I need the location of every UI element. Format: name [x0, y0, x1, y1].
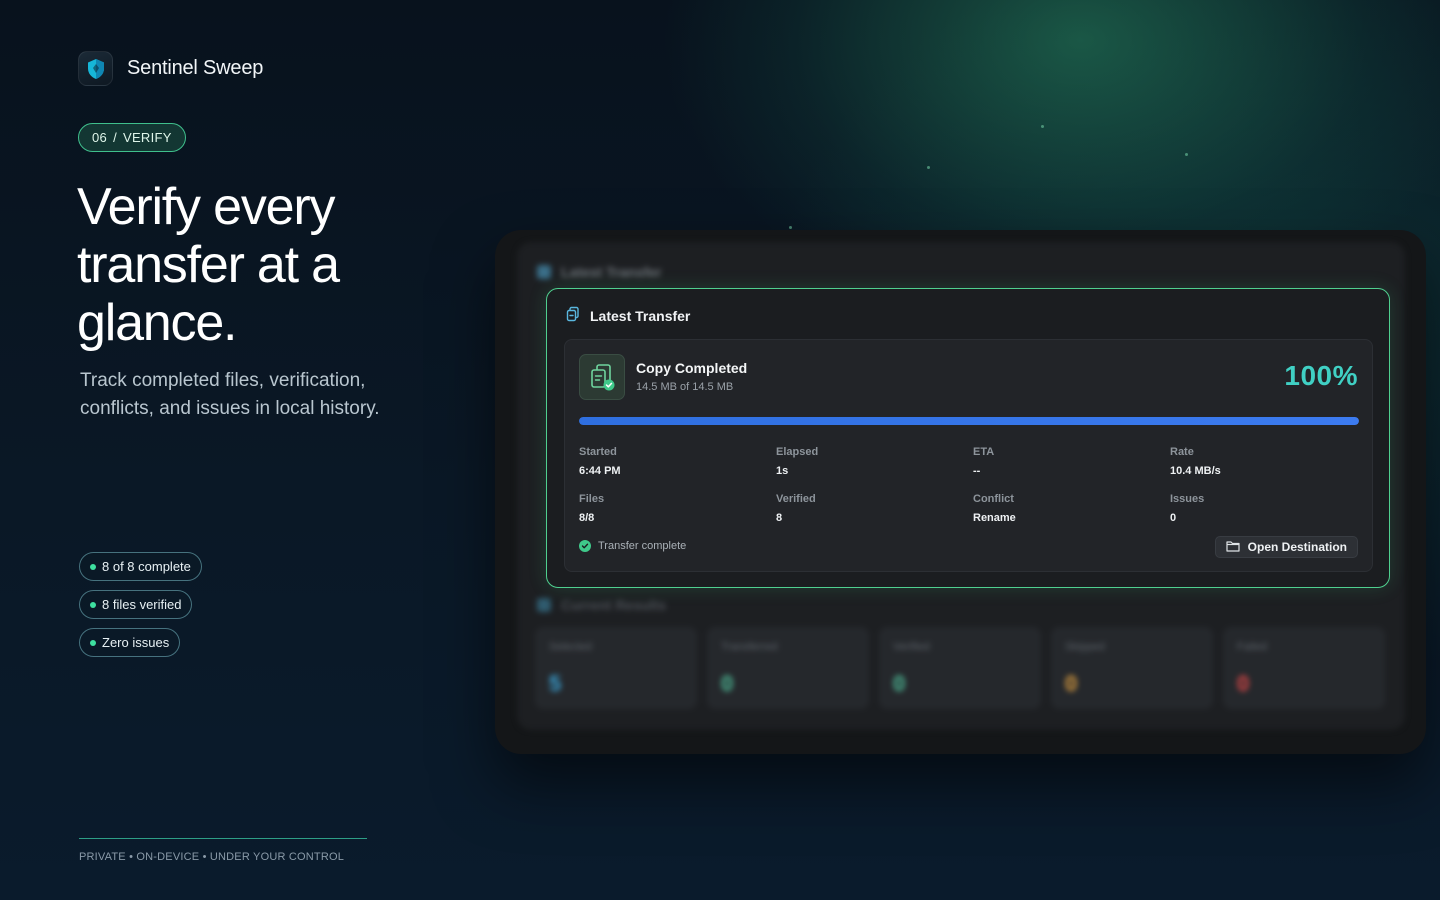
- feature-pill: 8 files verified: [79, 590, 193, 619]
- result-stat-card: Failed 0: [1223, 627, 1385, 709]
- card-heading: Latest Transfer: [565, 306, 690, 325]
- latest-transfer-card: Latest Transfer Copy Completed 14.5 MB o…: [546, 288, 1390, 588]
- progress-bar: [579, 417, 1359, 425]
- stat-value: 10.4 MB/s: [1170, 465, 1221, 477]
- results-title-label: Current Results: [561, 597, 667, 613]
- results-stats: Selected 5 Transferred 0 Verified 0 Skip…: [535, 627, 1385, 709]
- stat-value: Rename: [973, 512, 1016, 524]
- open-destination-label: Open Destination: [1247, 540, 1347, 554]
- open-destination-button[interactable]: Open Destination: [1214, 536, 1358, 558]
- stat-issues: Issues 0: [1170, 493, 1367, 524]
- transfer-details: Copy Completed 14.5 MB of 14.5 MB 100% S…: [564, 339, 1373, 572]
- transfer-icon: [537, 265, 551, 279]
- feature-pills: 8 of 8 complete 8 files verified Zero is…: [79, 552, 202, 657]
- background-dot: [927, 166, 930, 169]
- bg-latest-transfer-heading: Latest Transfer: [537, 264, 661, 280]
- stat-label: ETA: [973, 446, 995, 458]
- results-icon: [537, 598, 551, 612]
- transfer-complete-status: Transfer complete: [579, 540, 686, 552]
- pill-label: 8 of 8 complete: [102, 559, 191, 574]
- copy-complete-icon: [579, 354, 625, 400]
- transfer-size: 14.5 MB of 14.5 MB: [636, 381, 734, 393]
- result-stat-card: Verified 0: [879, 627, 1041, 709]
- stat-value: 8/8: [579, 512, 595, 524]
- step-label: VERIFY: [122, 130, 172, 145]
- result-stat-value: 0: [721, 671, 734, 696]
- result-stat-value: 5: [549, 671, 562, 696]
- result-stat-label: Verified: [893, 641, 930, 653]
- background-dot: [1185, 153, 1188, 156]
- result-stat-value: 0: [1237, 671, 1250, 696]
- background-dot: [1041, 125, 1044, 128]
- stat-label: Conflict: [973, 493, 1014, 505]
- complete-label: Transfer complete: [598, 540, 687, 552]
- stat-label: Verified: [776, 493, 816, 505]
- stat-value: 0: [1170, 512, 1177, 524]
- feature-pill: 8 of 8 complete: [79, 552, 202, 581]
- status-dot-icon: [90, 601, 96, 608]
- result-stat-card: Selected 5: [535, 627, 697, 709]
- progress-fill: [579, 417, 1359, 425]
- transfer-icon: [565, 306, 581, 325]
- result-stat-label: Skipped: [1065, 641, 1105, 653]
- step-number: 06: [92, 130, 108, 145]
- result-stat-card: Skipped 0: [1051, 627, 1213, 709]
- feature-pill: Zero issues: [79, 628, 181, 657]
- transfer-status-title: Copy Completed: [636, 360, 748, 376]
- headline: Verify every transfer at a glance.: [77, 178, 340, 352]
- folder-icon: [1226, 540, 1240, 555]
- check-circle-icon: [579, 540, 591, 552]
- result-stat-label: Transferred: [721, 641, 778, 653]
- pill-label: Zero issues: [102, 635, 170, 650]
- status-dot-icon: [90, 639, 96, 646]
- footer-divider: [79, 838, 367, 839]
- result-stat-label: Failed: [1237, 641, 1267, 653]
- step-separator: /: [113, 130, 117, 145]
- status-dot-icon: [90, 563, 96, 570]
- brand: Sentinel Sweep: [78, 51, 263, 86]
- stat-label: Rate: [1170, 446, 1194, 458]
- stat-rate: Rate 10.4 MB/s: [1170, 446, 1367, 477]
- transfer-stats: Started 6:44 PM Elapsed 1s ETA -- Rate 1…: [579, 446, 1369, 524]
- stat-label: Issues: [1170, 493, 1205, 505]
- stat-label: Elapsed: [776, 446, 819, 458]
- result-stat-value: 0: [1065, 671, 1078, 696]
- result-stat-value: 0: [893, 671, 906, 696]
- subtitle: Track completed files, verification, con…: [80, 370, 380, 419]
- bg-title-label: Latest Transfer: [561, 264, 662, 280]
- result-stat-label: Selected: [549, 641, 592, 653]
- step-badge: 06 / VERIFY: [78, 123, 186, 152]
- stat-started: Started 6:44 PM: [579, 446, 776, 477]
- stat-label: Files: [579, 493, 605, 505]
- stat-value: 1s: [776, 465, 789, 477]
- result-stat-card: Transferred 0: [707, 627, 869, 709]
- transfer-percent: 100%: [1284, 360, 1358, 391]
- background-dot: [789, 226, 792, 229]
- stat-label: Started: [579, 446, 617, 458]
- stat-conflict: Conflict Rename: [973, 493, 1170, 524]
- shield-icon: [78, 51, 113, 86]
- stat-verified: Verified 8: [776, 493, 973, 524]
- stat-value: 8: [776, 512, 783, 524]
- stat-value: 6:44 PM: [579, 465, 621, 477]
- stat-elapsed: Elapsed 1s: [776, 446, 973, 477]
- current-results-heading: Current Results: [537, 597, 666, 613]
- stat-eta: ETA --: [973, 446, 1170, 477]
- card-title: Latest Transfer: [590, 307, 691, 324]
- footer-tagline: PRIVATE • ON-DEVICE • UNDER YOUR CONTROL: [79, 851, 345, 863]
- stat-files: Files 8/8: [579, 493, 776, 524]
- brand-name: Sentinel Sweep: [127, 57, 264, 79]
- pill-label: 8 files verified: [102, 597, 182, 612]
- stat-value: --: [973, 465, 981, 477]
